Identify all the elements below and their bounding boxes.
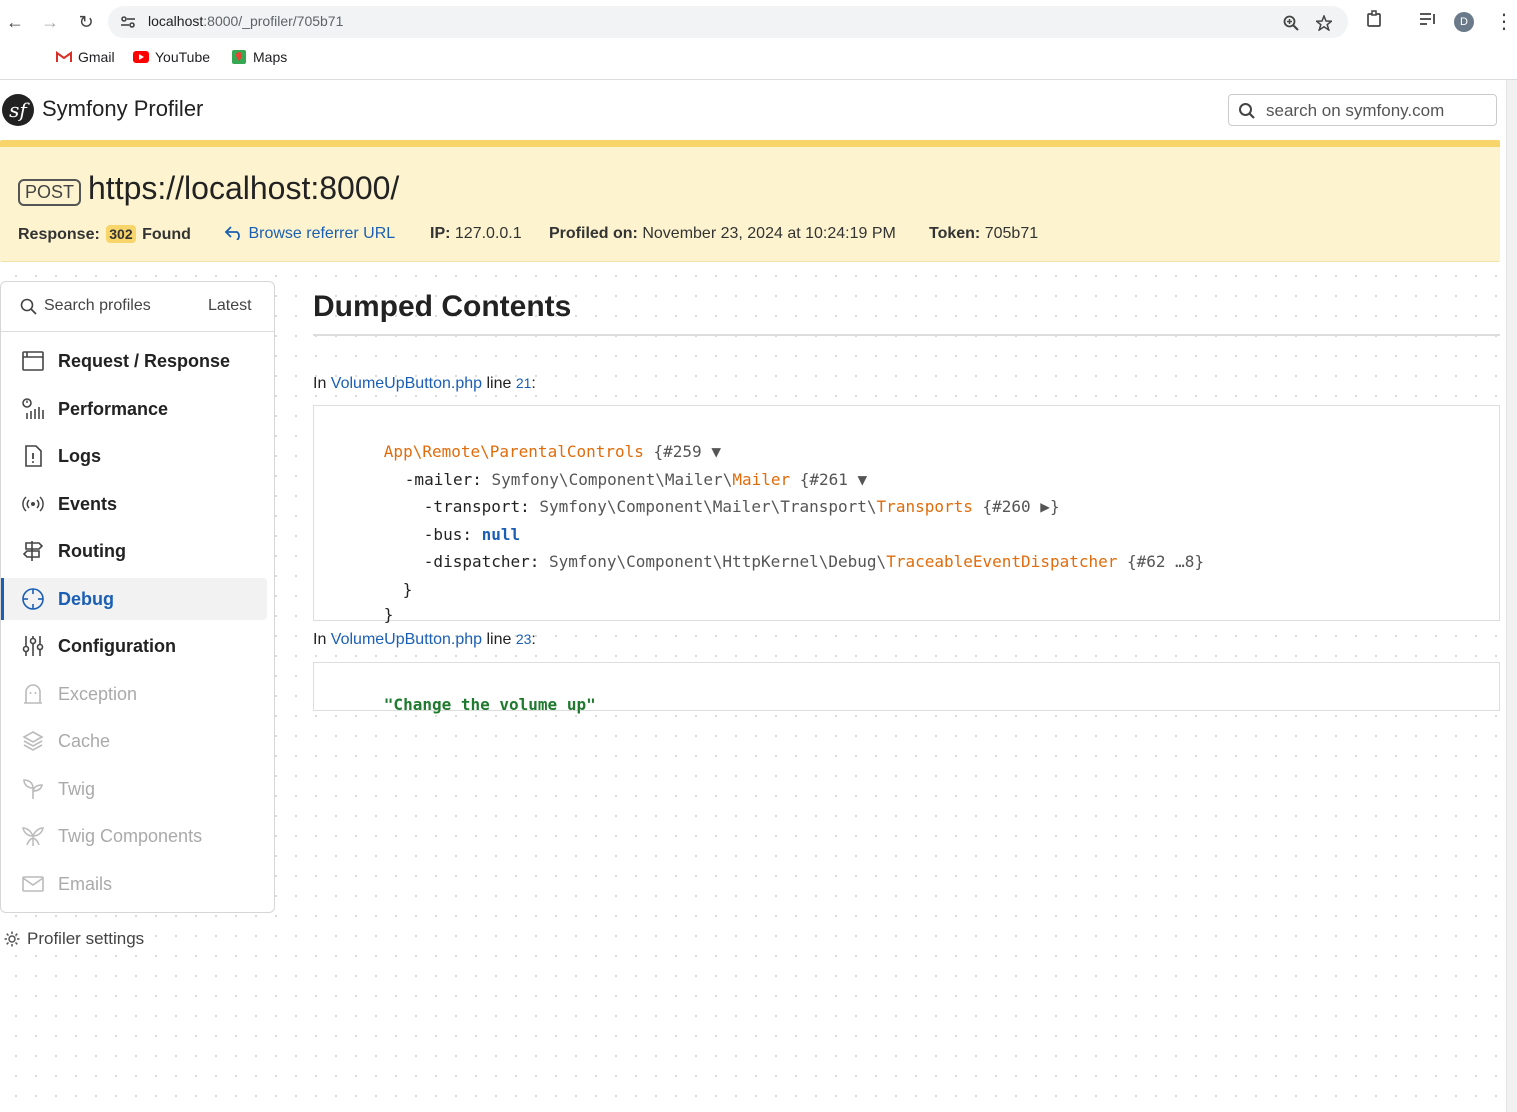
sidebar-item-configuration[interactable]: Configuration: [2, 625, 267, 667]
debug-icon: [22, 588, 44, 610]
more-menu-icon[interactable]: ⋮: [1494, 9, 1514, 34]
search-placeholder: search on symfony.com: [1266, 101, 1445, 120]
address-bar[interactable]: localhost:8000/_profiler/705b71: [108, 6, 1348, 38]
dump-location: In VolumeUpButton.php line 21:: [313, 375, 536, 392]
back-icon[interactable]: ←: [3, 10, 27, 34]
search-icon: [1239, 103, 1255, 119]
profiler-sidebar: Search profiles Latest Request / Respons…: [0, 281, 275, 913]
dump-block: App\Remote\ParentalControls {#259 ▼ -mai…: [313, 405, 1500, 624]
cache-icon: [22, 731, 44, 751]
bookmarks-bar: [0, 44, 1517, 110]
back-arrow-icon: [224, 226, 240, 241]
profiler-header: sf Symfony Profiler search on symfony.co…: [0, 80, 1506, 140]
profiled-on-info: Profiled on: November 23, 2024 at 10:24:…: [549, 225, 896, 242]
twig-components-icon: [22, 827, 44, 846]
sidebar-item-label: Configuration: [58, 636, 176, 656]
reload-icon[interactable]: ↻: [74, 10, 98, 34]
sidebar-item-label: Exception: [58, 684, 138, 704]
exception-icon: [24, 684, 42, 704]
profiler-page: sf Symfony Profiler search on symfony.co…: [0, 80, 1506, 1112]
sidebar-item-performance[interactable]: Performance: [2, 388, 267, 430]
dump-line: "Change the volume up": [326, 676, 596, 733]
sidebar-item-twig: Twig: [2, 768, 267, 810]
sidebar-item-label: Logs: [58, 446, 101, 466]
symfony-search-input[interactable]: search on symfony.com: [1228, 94, 1497, 126]
sidebar-item-emails: Emails: [2, 863, 267, 905]
dump-file-link[interactable]: VolumeUpButton.php: [331, 375, 482, 392]
token-info: Token: 705b71: [929, 225, 1039, 242]
maps-icon: [232, 50, 246, 64]
url-text: localhost:8000/_profiler/705b71: [148, 13, 344, 29]
media-controls-icon[interactable]: [1419, 10, 1437, 28]
dump-line-link[interactable]: 21: [516, 375, 532, 391]
sidebar-item-exception: Exception: [2, 673, 267, 715]
ip-info: IP: 127.0.0.1: [430, 225, 522, 242]
extensions-icon[interactable]: [1366, 10, 1384, 28]
sidebar-item-label: Routing: [58, 541, 126, 561]
sidebar-item-label: Twig Components: [58, 826, 203, 846]
bookmark-label: Maps: [253, 49, 288, 65]
configuration-icon: [22, 636, 44, 656]
emails-icon: [22, 876, 44, 892]
site-info-icon[interactable]: [120, 14, 136, 30]
profile-avatar[interactable]: D: [1454, 12, 1474, 32]
browse-referrer-link[interactable]: Browse referrer URL: [224, 225, 395, 243]
sidebar-item-cache: Cache: [2, 720, 267, 762]
bookmark-star-icon[interactable]: [1316, 15, 1332, 31]
sidebar-item-events[interactable]: Events: [2, 483, 267, 525]
bookmark-maps[interactable]: Maps: [231, 49, 287, 65]
logs-icon: [25, 445, 42, 467]
twig-icon: [23, 779, 44, 799]
page-scrollbar[interactable]: [1506, 80, 1517, 1112]
search-profiles-label: Search profiles: [44, 297, 151, 314]
symfony-logo-icon[interactable]: sf: [2, 94, 34, 126]
request-response-icon: [22, 351, 44, 371]
dump-file-link[interactable]: VolumeUpButton.php: [331, 631, 482, 648]
bookmark-gmail[interactable]: Gmail: [56, 49, 115, 65]
gear-icon: [4, 931, 20, 947]
routing-icon: [22, 541, 44, 561]
search-profiles[interactable]: Search profiles Latest: [1, 282, 274, 332]
sidebar-item-label: Events: [58, 494, 118, 514]
profiler-settings-link[interactable]: Profiler settings: [3, 929, 144, 949]
brand-title[interactable]: Symfony Profiler: [42, 96, 203, 122]
sidebar-item-label: Request / Response: [58, 351, 231, 371]
performance-icon: [22, 398, 44, 419]
title-divider: [313, 334, 1500, 336]
bookmark-label: Gmail: [78, 49, 115, 65]
sidebar-item-request-response[interactable]: Request / Response: [2, 340, 267, 382]
bookmark-youtube[interactable]: YouTube: [133, 49, 210, 65]
gmail-icon: [56, 51, 72, 62]
dump-line-link[interactable]: 23: [516, 631, 532, 647]
sidebar-item-logs[interactable]: Logs: [2, 435, 267, 477]
forward-icon[interactable]: →: [38, 10, 62, 34]
response-status: Response: 302 Found: [18, 225, 191, 243]
request-url: https://localhost:8000/: [88, 170, 400, 206]
sidebar-item-label: Cache: [58, 731, 111, 751]
sidebar-item-label: Performance: [58, 399, 169, 419]
method-badge: POST: [18, 179, 82, 206]
sidebar-item-label: Emails: [58, 874, 113, 894]
youtube-icon: [133, 51, 149, 63]
sidebar-item-label: Twig: [58, 779, 96, 799]
browser-toolbar: ← → ↻ localhost:8000/_profiler/705b71 D …: [0, 0, 1517, 44]
sidebar-item-debug[interactable]: Debug: [1, 578, 267, 620]
search-icon: [20, 298, 37, 315]
zoom-icon[interactable]: [1283, 15, 1299, 31]
sidebar-item-routing[interactable]: Routing: [2, 530, 267, 572]
settings-label: Profiler settings: [27, 929, 145, 948]
request-summary: POST https://localhost:8000/ Response: 3…: [0, 140, 1500, 262]
dump-line[interactable]: -dispatcher: Symfony\Component\HttpKerne…: [366, 533, 1204, 590]
status-code-badge: 302: [106, 225, 136, 243]
sidebar-item-label: Debug: [58, 589, 114, 609]
page-title: Dumped Contents: [313, 290, 572, 323]
dump-string: "Change the volume up": [383, 695, 596, 714]
latest-link[interactable]: Latest: [208, 297, 252, 315]
bookmark-label: YouTube: [155, 49, 211, 65]
dump-location: In VolumeUpButton.php line 23:: [313, 631, 536, 648]
dump-block: "Change the volume up": [313, 662, 1500, 714]
sidebar-item-twig-components: Twig Components: [2, 815, 267, 857]
events-icon: [22, 496, 44, 512]
